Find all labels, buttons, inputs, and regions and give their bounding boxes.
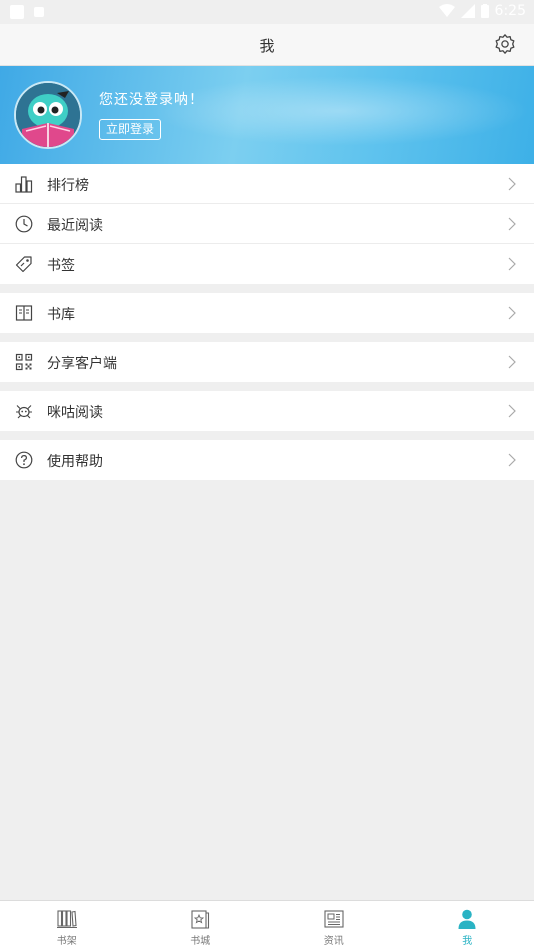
bookstore-icon — [191, 910, 210, 929]
status-time: 6:25 — [494, 3, 526, 19]
status-bar: 6:25 — [0, 0, 534, 24]
menu-item-label: 咪咕阅读 — [47, 405, 103, 421]
profile-banner: 您还没登录呐！ 立即登录 — [0, 66, 534, 164]
tab-label: 书城 — [190, 936, 211, 947]
menu-item-recent-reading[interactable]: 最近阅读 — [0, 204, 534, 244]
menu-group-help: 使用帮助 — [0, 440, 534, 480]
menu-item-label: 分享客户端 — [47, 356, 117, 372]
qr-code-icon — [15, 353, 33, 371]
chevron-right-icon — [508, 177, 516, 191]
menu-item-share-client[interactable]: 分享客户端 — [0, 342, 534, 382]
tab-label: 我 — [462, 936, 473, 947]
tab-label: 书架 — [56, 936, 77, 947]
tab-me[interactable]: 我 — [401, 901, 534, 950]
bookmark-tag-icon — [15, 256, 32, 273]
menu-item-migu-reading[interactable]: 咪咕阅读 — [0, 391, 534, 431]
mascot-avatar-icon — [16, 83, 80, 147]
chevron-right-icon — [508, 257, 516, 271]
chevron-right-icon — [508, 217, 516, 231]
ranking-icon — [15, 176, 33, 193]
tab-news[interactable]: 资讯 — [267, 901, 401, 950]
menu-group-library: 书库 — [0, 293, 534, 333]
page-title: 我 — [259, 37, 275, 55]
help-icon — [15, 451, 33, 469]
gear-icon[interactable] — [494, 33, 516, 55]
menu-item-label: 书签 — [47, 258, 75, 274]
menu-group-share: 分享客户端 — [0, 342, 534, 382]
battery-icon — [480, 4, 489, 18]
menu-item-ranking[interactable]: 排行榜 — [0, 164, 534, 204]
menu-item-label: 书库 — [47, 307, 75, 323]
chevron-right-icon — [508, 453, 516, 467]
title-bar: 我 — [0, 24, 534, 66]
avatar[interactable] — [14, 81, 82, 149]
library-icon — [15, 305, 33, 321]
clock-icon — [15, 215, 33, 233]
bottom-tab-bar: 书架 书城 资讯 我 — [0, 900, 534, 950]
menu-item-label: 最近阅读 — [47, 218, 103, 234]
menu-item-library[interactable]: 书库 — [0, 293, 534, 333]
menu-group-main: 排行榜 最近阅读 书签 — [0, 164, 534, 284]
notification-icon — [34, 7, 44, 17]
migu-icon — [16, 405, 32, 419]
person-icon — [458, 909, 476, 929]
menu-item-bookmarks[interactable]: 书签 — [0, 244, 534, 284]
tab-label: 资讯 — [323, 936, 344, 947]
menu-group-migu: 咪咕阅读 — [0, 391, 534, 431]
news-icon — [324, 910, 344, 928]
tab-bookstore[interactable]: 书城 — [134, 901, 268, 950]
chevron-right-icon — [508, 306, 516, 320]
wifi-icon — [438, 4, 455, 17]
login-button[interactable]: 立即登录 — [99, 119, 162, 140]
login-prompt: 您还没登录呐！ — [99, 92, 204, 108]
chevron-right-icon — [508, 404, 516, 418]
menu-item-label: 使用帮助 — [47, 454, 103, 470]
chevron-right-icon — [508, 355, 516, 369]
signal-icon — [460, 4, 475, 18]
status-notifications — [10, 5, 44, 19]
bookshelf-icon — [56, 910, 77, 929]
menu-item-help[interactable]: 使用帮助 — [0, 440, 534, 480]
menu-item-label: 排行榜 — [47, 178, 89, 194]
notification-icon — [10, 5, 24, 19]
tab-bookshelf[interactable]: 书架 — [0, 901, 134, 950]
